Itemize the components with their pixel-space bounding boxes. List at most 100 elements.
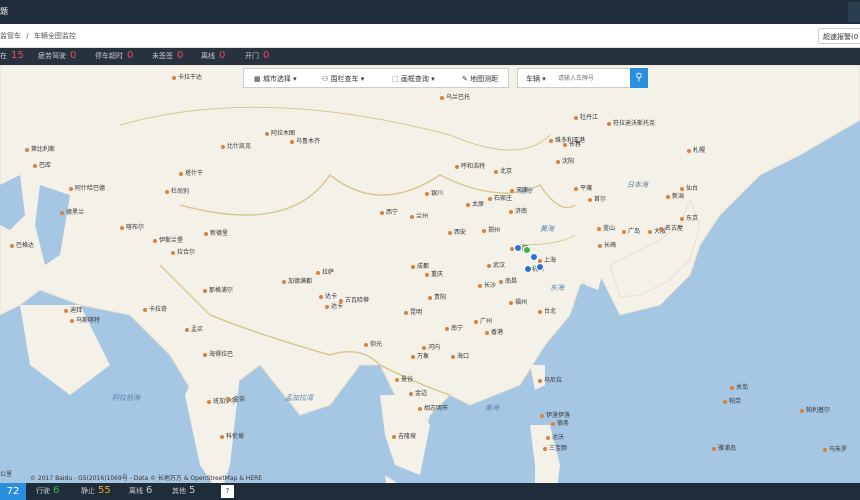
city-name: 北京 [500,168,513,175]
map-city-label: 呼和浩特 [455,161,485,170]
city-dot-icon [543,446,547,451]
map-city-label: 牡丹江 [574,112,598,121]
city-name: 仰光 [370,341,383,348]
city-dot-icon [482,228,486,233]
vehicle-stat[interactable]: 行驶 6 [36,485,59,496]
vehicle-marker[interactable] [523,246,531,254]
city-dot-icon [680,186,684,191]
app-title: 题 [0,7,8,16]
status-item[interactable]: 未签签 0 [152,50,183,61]
city-dot-icon [411,264,415,269]
city-dot-icon [207,399,211,404]
rect-query-button[interactable]: ⬚ 画框查询 ▾ [392,74,435,84]
city-name: 吉隆坡 [398,433,417,440]
status-item[interactable]: 在 15 [0,50,24,61]
breadcrumb-item-supervision[interactable]: 监管车 [0,32,21,40]
city-name: 昆明 [410,309,423,316]
vehicle-marker[interactable] [524,265,532,273]
map-city-label: 拉萨 [316,267,334,276]
city-name: 福州 [515,299,528,306]
vehicle-marker[interactable] [514,244,522,252]
vehicle-marker[interactable] [530,253,538,261]
map-city-label: 海口 [451,351,469,360]
map-city-label: 迪拜 [64,305,82,314]
city-name: 石家庄 [494,195,513,202]
breadcrumb: 监管车 / 车辆全图监控 超速报警(0 [0,24,860,48]
city-name: 香港 [491,329,504,336]
city-dot-icon [648,229,652,234]
vehicle-search: 车辆 ▾ ⚲ [517,68,648,88]
status-item[interactable]: 开门 0 [245,50,269,61]
city-dot-icon [220,434,224,439]
city-name: 帕劳 [729,398,742,405]
city-dot-icon [204,231,208,236]
map-city-label: 马斯喀特 [70,315,100,324]
help-button[interactable]: ? [221,485,234,498]
city-dot-icon [574,115,578,120]
map-city-label: 伊洛伊洛 [540,410,570,419]
map-city-label: 金奈 [227,394,245,403]
city-dot-icon [339,298,343,303]
city-dot-icon [203,352,207,357]
city-dot-icon [33,163,37,168]
speed-alarm-button[interactable]: 超速报警(0 [818,28,860,44]
search-button[interactable]: ⚲ [630,68,648,88]
fence-query-button[interactable]: ⚇ 围栏查车 ▾ [322,74,364,84]
map-city-label: 塔什干 [179,168,203,177]
city-dot-icon [712,446,716,451]
city-name: 关岛 [736,384,749,391]
vehicle-stat[interactable]: 其他 5 [172,485,195,496]
city-name: 拉合尔 [177,249,196,256]
map-city-label: 达沃 [546,432,564,441]
search-type-select[interactable]: 车辆 ▾ [526,74,546,84]
vehicle-total[interactable]: 72 [0,483,26,500]
city-name: 迪拜 [70,307,83,314]
city-dot-icon [622,229,626,234]
city-select-label: 城市选择 [262,75,291,83]
city-dot-icon [499,279,503,284]
city-name: 德黑兰 [66,209,85,216]
city-dot-icon [265,131,269,136]
map-city-label: 香港 [485,327,503,336]
map-city-label: 北京 [494,166,512,175]
city-name: 长沙 [484,282,497,289]
city-name: 西宁 [386,209,399,216]
city-name: 马朱罗 [829,446,848,453]
plate-search-input[interactable] [558,72,628,85]
city-dot-icon [540,413,544,418]
city-name: 那格浦尔 [209,287,234,294]
status-item[interactable]: 离线 0 [201,50,225,61]
city-name: 胡志明市 [424,405,449,412]
vehicle-stat[interactable]: 静止 55 [81,485,111,496]
map-sea-label: 孟加拉湾 [285,394,313,402]
city-name: 马斯喀特 [76,317,101,324]
city-select-button[interactable]: ▦ 城市选择 ▾ [254,74,297,84]
vehicle-marker[interactable] [536,263,544,271]
map-canvas[interactable]: 卡拉干达乌鲁木齐哈尔滨呼伦贝尔牡丹江长春沈阳北京呼和浩特石家庄太原天津济南银川西… [0,65,860,483]
city-dot-icon [290,139,294,144]
city-dot-icon [538,258,542,263]
measure-button[interactable]: ✎ 地图测距 [462,74,498,84]
status-label: 开门 [245,52,259,60]
city-dot-icon [143,307,147,312]
status-item[interactable]: 疲劳驾驶 0 [38,50,76,61]
map-city-label: 釜山 [597,223,615,232]
city-dot-icon [556,159,560,164]
map-copyright: © 2017 Baidu - GS(2016)1069号 - Data © 长地… [30,475,263,482]
city-name: 东京 [686,215,699,222]
city-dot-icon [597,226,601,231]
map-sea-label: 日本海 [627,181,648,189]
city-name: 符拉迪沃斯托克 [613,120,656,127]
map-sea-label: 黄海 [540,225,554,233]
status-item[interactable]: 停车超时 0 [95,50,133,61]
city-name: 塔什干 [185,170,204,177]
map-city-label: 福州 [509,297,527,306]
user-icon[interactable] [848,2,860,22]
status-label: 未签签 [152,52,173,60]
city-dot-icon [392,434,396,439]
vehicle-stat-label: 行驶 [36,487,50,495]
map-city-label: 拉合尔 [171,247,195,256]
map-city-label: 孟买 [185,324,203,333]
vehicle-stat[interactable]: 离线 6 [129,485,152,496]
map-city-label: 新德里 [204,228,228,237]
